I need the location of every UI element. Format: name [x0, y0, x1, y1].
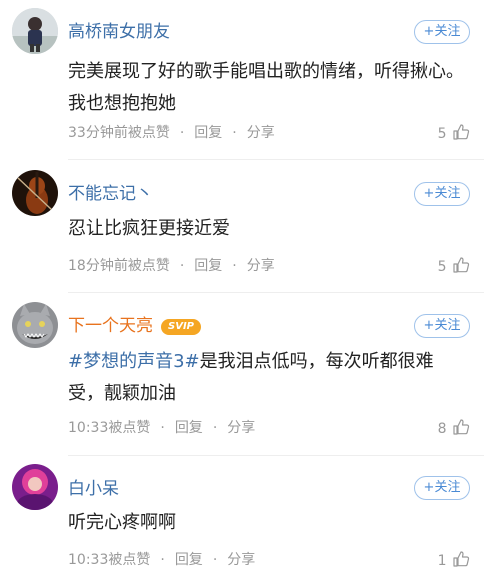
- share-button[interactable]: 分享: [227, 420, 255, 436]
- user-photo-icon: [12, 464, 58, 510]
- username[interactable]: 不能忘记丶: [68, 183, 153, 205]
- like-count: 5: [437, 259, 447, 275]
- like-button[interactable]: 8: [438, 418, 470, 439]
- username-text: 下一个天亮: [68, 316, 153, 336]
- avatar[interactable]: [12, 8, 58, 54]
- share-button[interactable]: 分享: [247, 125, 275, 141]
- share-button[interactable]: 分享: [247, 258, 275, 274]
- like-count: 5: [437, 126, 447, 142]
- separator-dot: ·: [232, 258, 237, 274]
- like-count: 8: [437, 421, 447, 437]
- thumbs-up-icon: [453, 257, 470, 273]
- like-button[interactable]: 5: [438, 256, 470, 277]
- comment-meta: 33分钟前被点赞 · 回复 · 分享: [68, 123, 275, 143]
- separator-dot: ·: [160, 552, 165, 568]
- like-count: 1: [437, 553, 447, 569]
- username[interactable]: 下一个天亮 SVIP: [68, 315, 201, 337]
- share-button[interactable]: 分享: [227, 552, 255, 568]
- like-button[interactable]: 1: [438, 550, 470, 571]
- reply-button[interactable]: 回复: [175, 420, 203, 436]
- violin-photo-icon: [12, 170, 58, 216]
- comment-text: 忍让比疯狂更接近爱: [68, 218, 230, 239]
- comment-text: 完美展现了好的歌手能唱出歌的情绪，听得揪心。我也想抱抱她: [68, 61, 464, 114]
- reply-button[interactable]: 回复: [194, 125, 222, 141]
- separator-dot: ·: [179, 125, 185, 141]
- avatar[interactable]: [12, 464, 58, 510]
- comment-meta: 10:33被点赞 · 回复 · 分享: [68, 550, 255, 570]
- comment-text: 听完心疼啊啊: [68, 512, 176, 533]
- comment-text: #梦想的声音3#是我泪点低吗，每次听都很难受，靓颖加油: [68, 346, 468, 410]
- hashtag-link[interactable]: #梦想的声音3#: [68, 351, 200, 372]
- follow-button[interactable]: +关注: [414, 476, 470, 500]
- avatar[interactable]: [12, 302, 58, 348]
- cat-photo-icon: [12, 302, 58, 348]
- divider: [68, 455, 484, 456]
- separator-dot: ·: [160, 420, 165, 436]
- avatar[interactable]: [12, 170, 58, 216]
- reply-button[interactable]: 回复: [194, 258, 222, 274]
- like-time: 18分钟前被点赞: [68, 258, 170, 274]
- svip-badge: SVIP: [161, 319, 201, 335]
- like-time: 10:33被点赞: [68, 552, 151, 568]
- reply-button[interactable]: 回复: [175, 552, 203, 568]
- username[interactable]: 白小呆: [68, 478, 119, 500]
- username[interactable]: 高桥南女朋友: [68, 21, 170, 43]
- separator-dot: ·: [179, 258, 185, 274]
- like-time: 10:33被点赞: [68, 420, 151, 436]
- comment-meta: 10:33被点赞 · 回复 · 分享: [68, 418, 255, 438]
- follow-button[interactable]: +关注: [414, 314, 470, 338]
- separator-dot: ·: [212, 420, 218, 436]
- thumbs-up-icon: [453, 124, 470, 140]
- comment-meta: 18分钟前被点赞 · 回复 · 分享: [68, 256, 275, 276]
- follow-button[interactable]: +关注: [414, 182, 470, 206]
- follow-button[interactable]: +关注: [414, 20, 470, 44]
- thumbs-up-icon: [453, 419, 470, 435]
- separator-dot: ·: [212, 552, 218, 568]
- separator-dot: ·: [232, 125, 237, 141]
- thumbs-up-icon: [453, 551, 470, 567]
- like-button[interactable]: 5: [438, 123, 470, 144]
- divider: [68, 159, 484, 160]
- user-photo-icon: [12, 8, 58, 54]
- divider: [68, 292, 484, 293]
- like-time: 33分钟前被点赞: [68, 125, 170, 141]
